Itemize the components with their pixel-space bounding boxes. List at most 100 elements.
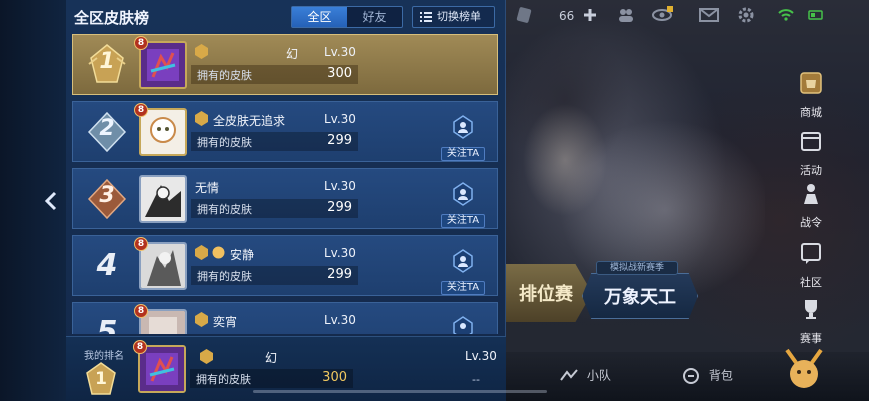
team-button[interactable]: 小队 (559, 366, 611, 386)
follow-user-icon (453, 115, 473, 139)
player-name: 安静 (230, 248, 255, 262)
activity-label: 活动 (800, 164, 822, 177)
player-name: 幻 (286, 47, 299, 61)
mail-icon[interactable] (699, 6, 719, 26)
leaderboard-row[interactable]: 5 8 奕宵 Lv.30 (72, 302, 498, 334)
leaderboard-list: 1 8 幻 Lv.30 拥有的皮肤 300 2 8 全皮肤无追求 Lv.30 拥… (72, 34, 498, 334)
rank-tier-icon (195, 312, 208, 327)
skin-count-bar: 拥有的皮肤 299 (191, 132, 358, 151)
level-badge: 8 (134, 237, 148, 251)
warrior-icon (804, 184, 818, 204)
rank-number: 4 (96, 248, 118, 283)
avatar[interactable] (139, 41, 187, 89)
rank-tier-icon (200, 349, 213, 364)
my-rank-number: 1 (95, 369, 107, 389)
follow-label: 关注TA (441, 147, 485, 161)
skin-count-bar: 拥有的皮肤 300 (191, 65, 358, 84)
spectate-icon[interactable] (651, 6, 673, 26)
scope-tabs: 全区 好友 (291, 6, 403, 28)
my-level-badge: 8 (133, 340, 147, 354)
leaderboard-row[interactable]: 1 8 幻 Lv.30 拥有的皮肤 300 (72, 34, 498, 95)
top-status-bar: 66 (505, 0, 869, 34)
rank-number: 1 (99, 49, 115, 74)
skin-count-bar: 拥有的皮肤 299 (191, 199, 358, 218)
title-badge-icon (212, 246, 225, 259)
skin-count-label: 拥有的皮肤 (197, 136, 252, 149)
player-level: Lv.30 (324, 112, 356, 126)
rank-tier-icon (195, 44, 208, 59)
activity-menu-item[interactable]: 活动 (780, 128, 842, 180)
currency-count-text: 66 (559, 9, 575, 23)
skin-count-bar: 拥有的皮肤 299 (191, 266, 358, 285)
bag-icon (683, 368, 699, 384)
skin-count: 300 (327, 66, 352, 81)
card-icon[interactable] (515, 6, 533, 26)
my-extra-value: -- (472, 373, 480, 386)
follow-button[interactable] (441, 315, 485, 334)
calendar-icon (801, 132, 821, 151)
rank-number: 2 (99, 116, 115, 141)
battery-icon (807, 6, 825, 26)
follow-button[interactable]: 关注TA (441, 114, 485, 161)
bottom-nav-bar: 小队 背包 (505, 348, 869, 401)
my-avatar[interactable] (138, 345, 186, 393)
rank-tier-icon (195, 111, 208, 126)
bag-button[interactable]: 背包 (681, 366, 733, 386)
skin-count: 299 (327, 267, 352, 282)
leaderboard-row[interactable]: 2 8 全皮肤无追求 Lv.30 拥有的皮肤 299 关注TA (72, 101, 498, 162)
battle-pass-menu-item[interactable]: 战令 (780, 180, 842, 232)
sim-season-tag: 模拟战新赛季 (596, 261, 678, 275)
rank-number: 5 (96, 315, 118, 334)
currency-count: 66 (559, 6, 574, 26)
friends-icon[interactable] (617, 6, 635, 26)
level-badge: 8 (134, 36, 148, 50)
shop-label: 商城 (800, 106, 822, 119)
events-menu-item[interactable]: 赛事 (780, 296, 842, 348)
switch-list-button[interactable]: 切换榜单 (412, 6, 495, 28)
skin-count: 299 (327, 200, 352, 215)
wanxiang-mode-label: 万象天工 (604, 287, 676, 308)
community-label: 社区 (800, 276, 822, 289)
rank-tier-icon (195, 245, 208, 260)
add-currency-button[interactable] (581, 6, 599, 26)
tab-all-server[interactable]: 全区 (292, 7, 347, 27)
shop-menu-item[interactable]: 商城 (780, 70, 842, 122)
follow-user-icon (453, 316, 473, 334)
my-rank-label: 我的排名 (84, 351, 124, 362)
player-level: Lv.30 (324, 313, 356, 327)
chevron-left-icon (44, 191, 57, 211)
level-badge: 8 (134, 103, 148, 117)
skin-count-label: 拥有的皮肤 (197, 270, 252, 283)
settings-gear-icon[interactable] (737, 6, 755, 26)
level-badge: 8 (134, 304, 148, 318)
tab-friends[interactable]: 好友 (347, 7, 402, 27)
trophy-icon (805, 300, 817, 319)
player-level: Lv.30 (324, 45, 356, 59)
battle-pass-label: 战令 (800, 216, 822, 229)
follow-user-icon (453, 182, 473, 206)
follow-label: 关注TA (441, 281, 485, 295)
player-name: 全皮肤无追求 (213, 114, 286, 128)
switch-list-label: 切换榜单 (437, 10, 481, 23)
ranked-mode-button[interactable]: 排位赛 (500, 264, 592, 322)
leaderboard-row[interactable]: 4 8 安静 Lv.30 拥有的皮肤 299 关注TA (72, 235, 498, 296)
my-player-name: 幻 (265, 351, 278, 365)
player-name: 奕宵 (213, 315, 238, 329)
wifi-icon (777, 6, 795, 26)
wanxiang-mode-button[interactable]: 万象天工 (582, 273, 698, 319)
leaderboard-row[interactable]: 3 无情 Lv.30 拥有的皮肤 299 关注TA (72, 168, 498, 229)
bag-label: 背包 (708, 368, 733, 383)
team-icon (560, 369, 578, 381)
back-button[interactable] (40, 188, 62, 214)
my-skin-count-bar: 拥有的皮肤 300 (190, 369, 353, 388)
follow-button[interactable]: 关注TA (441, 248, 485, 295)
pet-avatar[interactable] (781, 344, 827, 394)
community-menu-item[interactable]: 社区 (780, 240, 842, 292)
avatar[interactable] (139, 175, 187, 223)
my-player-level: Lv.30 (465, 349, 497, 363)
avatar[interactable] (139, 108, 187, 156)
avatar[interactable] (139, 242, 187, 290)
shop-icon (800, 72, 822, 94)
player-level: Lv.30 (324, 246, 356, 260)
follow-button[interactable]: 关注TA (441, 181, 485, 228)
